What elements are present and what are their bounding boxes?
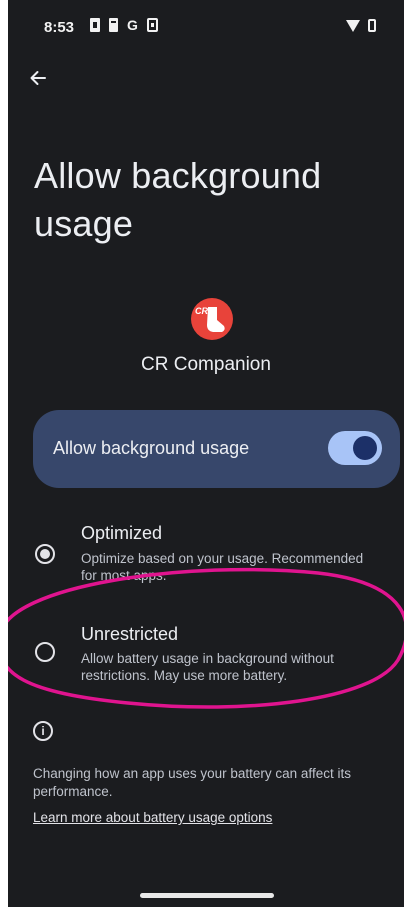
toggle-label: Allow background usage (53, 438, 250, 458)
switch-thumb (353, 436, 377, 460)
footer-text: Changing how an app uses your battery ca… (33, 766, 351, 799)
phone-screen: 8:53 G Allow background usage CR CR Comp… (8, 0, 404, 907)
google-icon: G (127, 17, 138, 33)
arrow-left-icon (30, 71, 46, 85)
status-icons-left: G (90, 18, 158, 32)
back-button[interactable] (24, 64, 52, 92)
option-description: Optimize based on your usage. Recommende… (81, 551, 364, 583)
option-unrestricted[interactable]: Unrestricted Allow battery usage in back… (8, 620, 404, 690)
option-description: Allow battery usage in background withou… (81, 651, 334, 683)
sock-icon (207, 307, 225, 332)
radio-unrestricted[interactable] (35, 642, 55, 662)
gesture-bar[interactable] (140, 893, 274, 898)
battery-icon (368, 19, 376, 32)
background-usage-switch[interactable] (328, 431, 382, 465)
info-icon: i (33, 721, 53, 741)
app-name: CR Companion (141, 354, 271, 375)
app-icon-tag: CR (195, 306, 208, 316)
battery-small-icon (109, 18, 118, 32)
option-optimized[interactable]: Optimized Optimize based on your usage. … (8, 520, 404, 590)
status-time: 8:53 (44, 19, 75, 36)
app-icon: CR (191, 298, 233, 340)
radio-optimized[interactable] (35, 544, 55, 564)
wifi-icon (346, 19, 360, 32)
battery-saver-icon (90, 18, 100, 32)
status-icons-right (346, 19, 376, 32)
background-usage-toggle-row[interactable]: Allow background usage (33, 410, 400, 488)
page-title: Allow background usage (34, 155, 322, 244)
status-bar: 8:53 G (8, 0, 404, 56)
sim-card-icon (146, 18, 158, 32)
learn-more-link[interactable]: Learn more about battery usage options (33, 810, 272, 825)
option-title: Unrestricted (81, 624, 179, 644)
option-title: Optimized (81, 523, 163, 543)
